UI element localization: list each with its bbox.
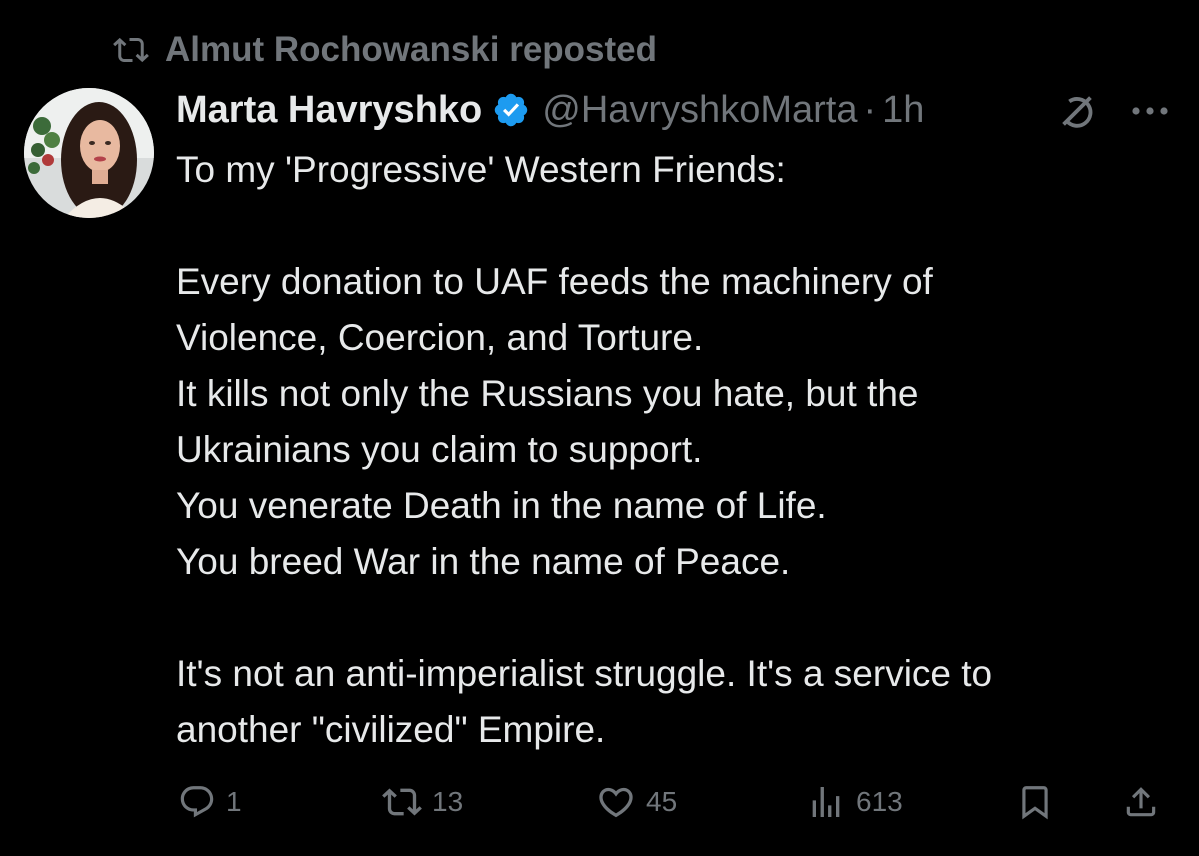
bookmark-icon bbox=[1016, 783, 1054, 821]
like-count: 45 bbox=[646, 786, 678, 817]
views-icon bbox=[806, 782, 846, 822]
repost-banner-text: Almut Rochowanski reposted bbox=[165, 30, 658, 69]
grok-icon[interactable] bbox=[1054, 88, 1100, 134]
bookmark-button[interactable] bbox=[1016, 774, 1054, 830]
separator-dot: · bbox=[863, 88, 877, 131]
tweet-action-bar: 1 13 45 613 bbox=[0, 774, 1199, 830]
repost-icon bbox=[382, 782, 422, 822]
tweet-text-line: Every donation to UAF feeds the machiner… bbox=[176, 261, 933, 302]
heart-icon bbox=[596, 782, 636, 822]
tweet-text: To my 'Progressive' Western Friends: Eve… bbox=[176, 142, 1166, 758]
avatar[interactable] bbox=[24, 88, 154, 218]
like-button[interactable]: 45 bbox=[596, 774, 677, 830]
tweet-timestamp[interactable]: 1h bbox=[882, 89, 924, 132]
tweet-text-line: It's not an anti-imperialist struggle. I… bbox=[176, 653, 993, 694]
views-button[interactable]: 613 bbox=[806, 774, 903, 830]
repost-banner[interactable]: Almut Rochowanski reposted bbox=[113, 26, 657, 74]
tweet-text-line: Violence, Coercion, and Torture. bbox=[176, 317, 704, 358]
author-handle[interactable]: @HavryshkoMarta bbox=[542, 89, 857, 132]
repost-count: 13 bbox=[432, 786, 464, 817]
more-icon[interactable] bbox=[1126, 92, 1174, 130]
tweet-text-line: another "civilized" Empire. bbox=[176, 709, 606, 750]
repost-icon bbox=[113, 32, 149, 68]
tweet-header: Marta Havryshko @HavryshkoMarta · 1h bbox=[176, 82, 924, 138]
reply-button[interactable]: 1 bbox=[178, 774, 242, 830]
share-button[interactable] bbox=[1122, 774, 1160, 830]
share-icon bbox=[1122, 783, 1160, 821]
verified-badge-icon[interactable] bbox=[492, 91, 530, 129]
tweet-text-line: You venerate Death in the name of Life. bbox=[176, 485, 827, 526]
tweet-text-line: You breed War in the name of Peace. bbox=[176, 541, 791, 582]
tweet-text-line: It kills not only the Russians you hate,… bbox=[176, 373, 919, 414]
reply-icon bbox=[178, 783, 216, 821]
author-display-name[interactable]: Marta Havryshko bbox=[176, 89, 482, 132]
tweet-text-blank-line bbox=[176, 198, 1166, 254]
reply-count: 1 bbox=[226, 786, 242, 817]
tweet-text-line: To my 'Progressive' Western Friends: bbox=[176, 149, 786, 190]
tweet-text-line: Ukrainians you claim to support. bbox=[176, 429, 703, 470]
views-count: 613 bbox=[856, 786, 903, 817]
tweet-text-blank-line bbox=[176, 590, 1166, 646]
repost-button[interactable]: 13 bbox=[382, 774, 463, 830]
